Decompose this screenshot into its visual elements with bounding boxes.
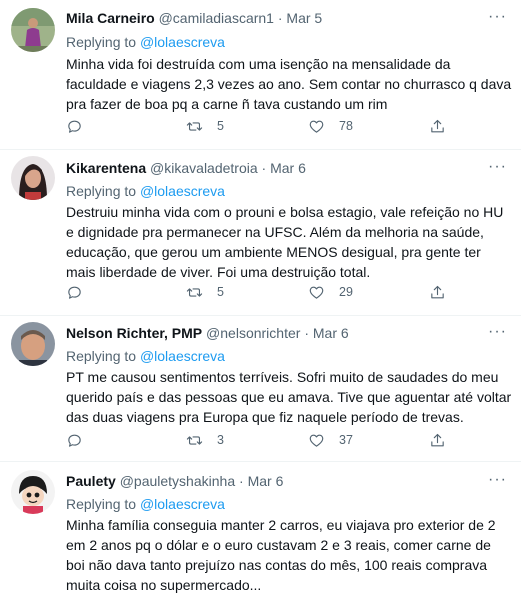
display-name[interactable]: Nelson Richter, PMP xyxy=(66,325,202,341)
separator-dot: · xyxy=(261,160,267,176)
display-name[interactable]: Paulety xyxy=(66,473,116,489)
reply-bubble-icon xyxy=(68,286,81,299)
more-horizontal-icon[interactable]: ··· xyxy=(488,158,507,176)
like-button[interactable]: 29 xyxy=(308,281,353,303)
like-button[interactable]: 78 xyxy=(308,115,353,137)
avatar[interactable] xyxy=(11,470,55,514)
like-count: 29 xyxy=(339,285,353,299)
more-horizontal-icon[interactable]: ··· xyxy=(488,8,507,26)
tweet-4[interactable]: Paulety @pauletyshakinha · Mar 6 ··· Rep… xyxy=(0,462,521,593)
tweet-text: Minha vida foi destruída com uma isenção… xyxy=(66,56,512,112)
reply-mention-link[interactable]: @lolaescreva xyxy=(140,348,225,364)
reply-button[interactable] xyxy=(66,115,97,137)
display-name[interactable]: Mila Carneiro xyxy=(66,10,155,26)
share-button[interactable] xyxy=(429,115,446,137)
avatar[interactable] xyxy=(11,322,55,366)
replying-prefix: Replying to xyxy=(66,348,137,364)
user-handle[interactable]: @kikavaladetroia xyxy=(150,160,258,176)
replying-to: Replying to @lolaescreva xyxy=(66,348,225,364)
share-button[interactable] xyxy=(429,281,446,303)
tweet-header: Paulety @pauletyshakinha · Mar 6 xyxy=(66,473,283,489)
retweet-count: 5 xyxy=(217,119,224,133)
retweet-button[interactable]: 5 xyxy=(186,281,224,303)
share-icon xyxy=(431,119,444,132)
replying-to: Replying to @lolaescreva xyxy=(66,34,225,50)
more-horizontal-icon[interactable]: ··· xyxy=(488,471,507,489)
tweet-header: Mila Carneiro @camiladiascarn1 · Mar 5 xyxy=(66,10,322,26)
reply-button[interactable] xyxy=(66,429,97,451)
display-name[interactable]: Kikarentena xyxy=(66,160,146,176)
retweet-button[interactable]: 3 xyxy=(186,429,224,451)
more-horizontal-icon[interactable]: ··· xyxy=(488,323,507,341)
replying-prefix: Replying to xyxy=(66,183,137,199)
separator-dot: · xyxy=(304,325,309,341)
tweet-actions: 5 78 xyxy=(66,115,466,137)
retweet-icon xyxy=(186,121,203,131)
tweet-1[interactable]: Mila Carneiro @camiladiascarn1 · Mar 5 ·… xyxy=(0,0,521,150)
reply-mention-link[interactable]: @lolaescreva xyxy=(140,496,225,512)
tweet-3[interactable]: Nelson Richter, PMP @nelsonrichter · Mar… xyxy=(0,316,521,462)
retweet-count: 3 xyxy=(217,433,224,447)
heart-icon xyxy=(309,434,324,447)
share-button[interactable] xyxy=(429,429,446,451)
tweet-date[interactable]: Mar 6 xyxy=(248,473,284,489)
retweet-count: 5 xyxy=(217,285,224,299)
avatar[interactable] xyxy=(11,156,55,200)
like-count: 78 xyxy=(339,119,353,133)
share-icon xyxy=(431,433,444,446)
tweet-date[interactable]: Mar 6 xyxy=(270,160,306,176)
tweet-text: PT me causou sentimentos terríveis. Sofr… xyxy=(66,369,512,425)
heart-icon xyxy=(309,120,324,133)
tweet-date[interactable]: Mar 5 xyxy=(286,10,322,26)
reply-bubble-icon xyxy=(68,434,81,447)
user-handle[interactable]: @nelsonrichter xyxy=(206,325,300,341)
like-button[interactable]: 37 xyxy=(308,429,353,451)
separator-dot: · xyxy=(277,10,283,26)
avatar[interactable] xyxy=(11,8,55,52)
heart-icon xyxy=(309,286,324,299)
separator-dot: · xyxy=(239,473,244,489)
tweet-actions: 3 37 xyxy=(66,429,466,451)
tweet-text: Minha família conseguia manter 2 carros,… xyxy=(66,517,496,593)
reply-mention-link[interactable]: @lolaescreva xyxy=(140,34,225,50)
reply-bubble-icon xyxy=(68,120,81,133)
like-count: 37 xyxy=(339,433,353,447)
share-icon xyxy=(431,285,444,298)
replying-prefix: Replying to xyxy=(66,34,137,50)
retweet-button[interactable]: 5 xyxy=(186,115,224,137)
tweet-text: Destruiu minha vida com o prouni e bolsa… xyxy=(66,204,504,280)
reply-mention-link[interactable]: @lolaescreva xyxy=(140,183,225,199)
replying-to: Replying to @lolaescreva xyxy=(66,496,225,512)
tweet-header: Nelson Richter, PMP @nelsonrichter · Mar… xyxy=(66,325,349,341)
tweet-date[interactable]: Mar 6 xyxy=(313,325,349,341)
replying-prefix: Replying to xyxy=(66,496,137,512)
retweet-icon xyxy=(186,287,203,297)
reply-button[interactable] xyxy=(66,281,97,303)
retweet-icon xyxy=(186,435,203,445)
tweet-header: Kikarentena @kikavaladetroia · Mar 6 xyxy=(66,160,306,176)
tweet-2[interactable]: Kikarentena @kikavaladetroia · Mar 6 ···… xyxy=(0,150,521,316)
user-handle[interactable]: @camiladiascarn1 xyxy=(159,10,274,26)
tweet-actions: 5 29 xyxy=(66,281,466,303)
user-handle[interactable]: @pauletyshakinha xyxy=(120,473,235,489)
replying-to: Replying to @lolaescreva xyxy=(66,183,225,199)
